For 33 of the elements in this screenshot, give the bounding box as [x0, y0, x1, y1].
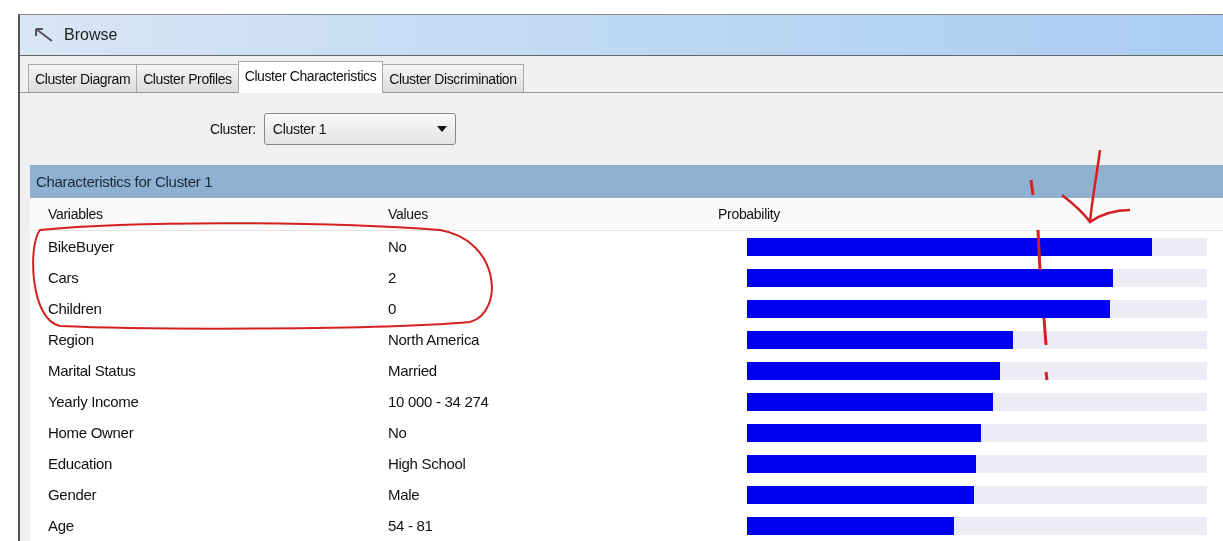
- variable-cell-text: Age: [48, 517, 75, 534]
- variable-cell-text: Home Owner: [48, 424, 135, 441]
- variable-cell-text: Marital Status: [48, 362, 137, 379]
- value-cell-text: 2: [388, 269, 398, 286]
- variable-cell-text: Cars: [48, 269, 80, 286]
- value-cell-text: No: [388, 238, 408, 255]
- tab[interactable]: Cluster Profiles: [136, 64, 239, 92]
- panel-header: Characteristics for Cluster 1: [30, 165, 1223, 198]
- value-cell-text: 0: [388, 300, 398, 317]
- value-cell-text: 54 - 81: [388, 517, 434, 534]
- column-header: Probability: [718, 206, 782, 222]
- tab[interactable]: Cluster Diagram: [28, 64, 138, 92]
- caret-icon: [436, 126, 447, 132]
- value-cell-text: No: [388, 424, 408, 441]
- tab[interactable]: Cluster Discrimination: [382, 64, 524, 92]
- variable-cell-text: Children: [48, 300, 103, 317]
- value-cell-text: 10 000 - 34 274: [388, 393, 490, 410]
- back-arrow-icon[interactable]: [34, 27, 54, 43]
- variable-cell-text: BikeBuyer: [48, 238, 115, 255]
- window-title: Browse: [64, 26, 118, 44]
- variable-cell-text: Region: [48, 331, 95, 348]
- cluster-label: Cluster:: [210, 121, 256, 137]
- value-cell-text: Male: [388, 486, 421, 503]
- value-cell-text: North America: [388, 331, 481, 348]
- column-header: Values: [388, 206, 429, 222]
- variable-cell-text: Gender: [48, 486, 98, 503]
- tab[interactable]: Cluster Characteristics: [237, 61, 384, 93]
- variable-cell-text: Yearly Income: [48, 393, 140, 410]
- value-cell-text: Married: [388, 362, 438, 379]
- value-cell-text: High School: [388, 455, 467, 472]
- variable-cell-text: Education: [48, 455, 114, 472]
- cluster-dropdown[interactable]: Cluster 1: [263, 113, 456, 145]
- column-header: Variables: [48, 206, 104, 222]
